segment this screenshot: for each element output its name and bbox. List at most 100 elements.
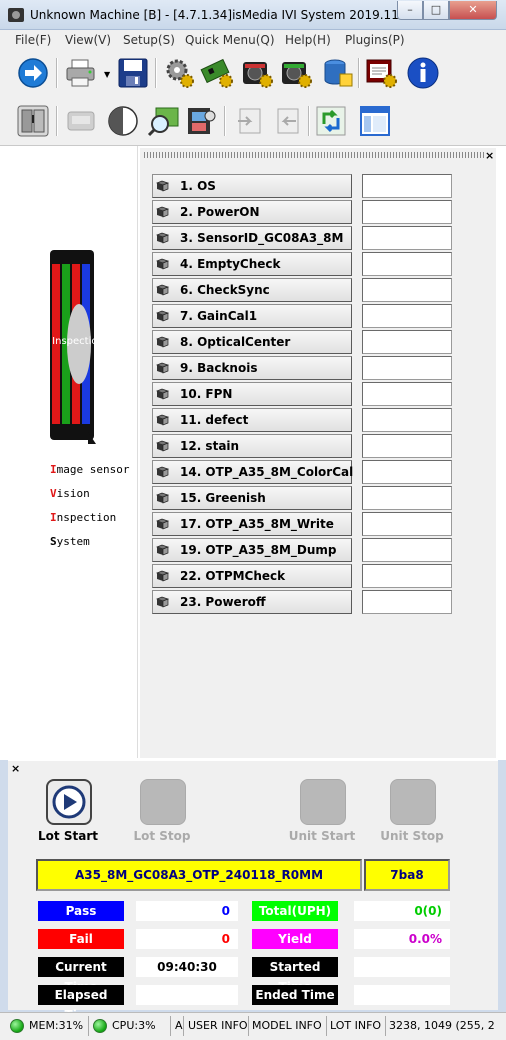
logo-tagline: Image sensor Vision Inspection System [50,458,129,554]
test-item-button[interactable]: 23. Poweroff [152,590,352,614]
unit-stop-button[interactable]: Unit Stop [376,779,448,847]
test-item-button[interactable]: 4. EmptyCheck [152,252,352,276]
circuit-board-icon[interactable] [200,56,234,90]
save-icon[interactable] [116,56,150,90]
lot-stop-button[interactable]: Lot Stop [126,779,198,847]
toolbar-separator [155,58,157,88]
test-item-result [362,252,452,276]
logo-word: mage sensor [56,463,130,476]
layout-icon[interactable] [358,104,392,138]
close-panel-icon[interactable]: × [485,149,494,162]
menu-plugins[interactable]: Plugins(P) [345,33,405,47]
printer-icon[interactable] [64,56,98,90]
test-item-button[interactable]: 10. FPN [152,382,352,406]
test-item-result [362,460,452,484]
lot-info-status[interactable]: LOT INFO [330,1019,381,1032]
unit-start-button[interactable]: Unit Start [286,779,358,847]
report-icon[interactable] [364,56,398,90]
image-search-icon[interactable] [146,104,180,138]
disabled-icon [300,779,346,825]
test-item-button[interactable]: 14. OTP_A35_8M_ColorCal [152,460,354,484]
test-item-button[interactable]: 2. PowerON [152,200,352,224]
cube-icon [155,492,170,504]
test-item-button[interactable]: 8. OpticalCenter [152,330,352,354]
status-separator [170,1016,171,1036]
panel-grip[interactable] [144,152,484,158]
test-item-result [362,304,452,328]
unit-stop-label: Unit Stop [380,829,444,843]
test-item-button[interactable]: 15. Greenish [152,486,352,510]
dropdown-arrow-icon[interactable]: ▼ [104,70,110,79]
lot-start-button[interactable]: Lot Start [32,779,104,847]
started-time-value [354,957,450,977]
test-item-result [362,512,452,536]
model-info-status[interactable]: MODEL INFO [252,1019,322,1032]
total-uph-value: 0(0) [354,901,450,921]
elapsed-time-label: Elapsed Time [38,985,124,1022]
cube-icon [155,258,170,270]
minimize-button[interactable]: – [397,1,423,20]
logo-word: ision [56,487,90,500]
close-panel-icon[interactable]: × [11,762,20,775]
fail-value: 0 [136,929,238,949]
test-item-result [362,226,452,250]
gear-settings-icon[interactable] [162,56,196,90]
device-icon[interactable] [64,104,98,138]
export-icon[interactable] [270,104,304,138]
menu-file[interactable]: File(F) [15,33,51,47]
test-item-label: 6. CheckSync [180,283,270,297]
test-item-label: 14. OTP_A35_8M_ColorCal [180,465,354,479]
test-item-button[interactable]: 11. defect [152,408,352,432]
info-icon[interactable] [406,56,440,90]
play-icon [46,779,92,825]
lot-start-label: Lot Start [38,829,98,843]
menu-help[interactable]: Help(H) [285,33,331,47]
menu-quick-menu[interactable]: Quick Menu(Q) [185,33,275,47]
test-item-button[interactable]: 7. GainCal1 [152,304,352,328]
cube-icon [155,284,170,296]
memory-status-icon [10,1019,24,1033]
pass-label: Pass [38,901,124,921]
camera-config-icon[interactable] [279,56,313,90]
status-separator [183,1016,184,1036]
test-item-result [362,538,452,562]
cube-icon [155,518,170,530]
arrow-right-icon[interactable] [16,56,50,90]
menu-view[interactable]: View(V) [65,33,111,47]
test-item-button[interactable]: 6. CheckSync [152,278,352,302]
maximize-button[interactable]: □ [423,1,449,20]
test-item-button[interactable]: 3. SensorID_GC08A3_8M [152,226,352,250]
toolbar-separator [56,106,58,136]
cube-icon [155,206,170,218]
refresh-icon[interactable] [314,104,348,138]
test-item-button[interactable]: 12. stain [152,434,352,458]
ended-time-label: Ended Time [252,985,338,1005]
test-items-panel: × 1. OS 2. PowerON 3. SensorID_GC08A3_8M 4.… [140,148,496,758]
test-item-result [362,434,452,458]
cube-icon [155,388,170,400]
test-item-result [362,564,452,588]
test-item-result [362,200,452,224]
test-item-button[interactable]: 22. OTPMCheck [152,564,352,588]
close-window-button[interactable]: ✕ [449,1,497,20]
user-info-status[interactable]: USER INFO [188,1019,248,1032]
cursor-coordinates: 3238, 1049 (255, 2 [389,1019,495,1032]
test-item-button[interactable]: 17. OTP_A35_8M_Write [152,512,352,536]
camera-settings-icon[interactable] [240,56,274,90]
test-item-button[interactable]: 9. Backnois [152,356,352,380]
menu-setup[interactable]: Setup(S) [123,33,175,47]
import-icon[interactable] [232,104,266,138]
cube-icon [155,440,170,452]
unit-start-label: Unit Start [288,829,356,843]
database-icon[interactable] [320,56,354,90]
test-item-button[interactable]: 1. OS [152,174,352,198]
status-separator [88,1016,89,1036]
test-item-button[interactable]: 19. OTP_A35_8M_Dump [152,538,352,562]
half-circle-icon[interactable] [106,104,140,138]
test-item-label: 10. FPN [180,387,233,401]
toolbar-separator [56,58,58,88]
test-item-result [362,174,452,198]
power-icon[interactable] [16,104,50,138]
disabled-icon [390,779,436,825]
film-icon[interactable] [184,104,218,138]
